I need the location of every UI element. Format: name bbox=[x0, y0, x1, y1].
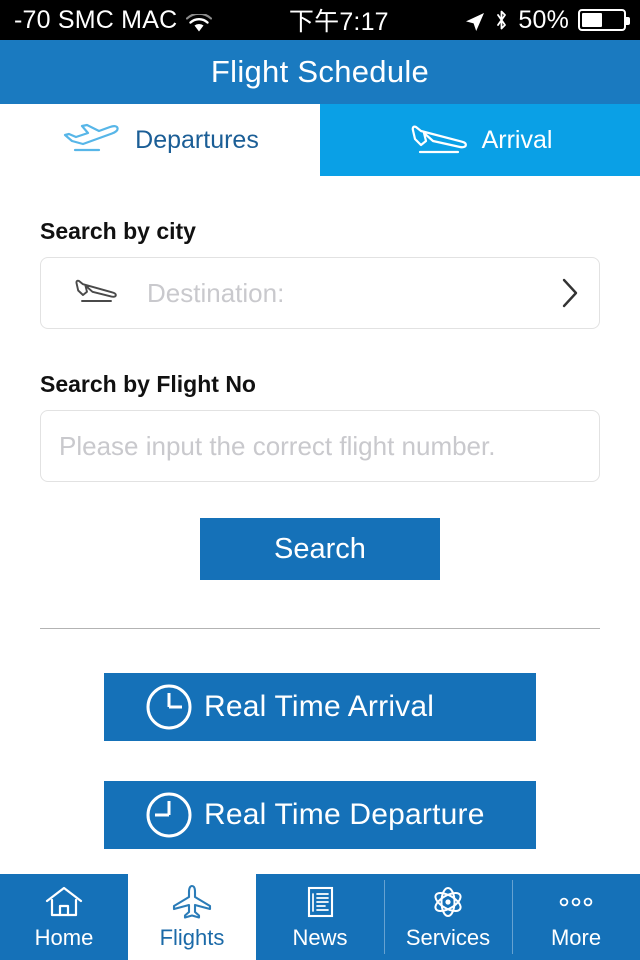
tab-arrival[interactable]: Arrival bbox=[320, 104, 640, 176]
clock-icon bbox=[142, 680, 196, 734]
section-divider bbox=[40, 628, 600, 629]
search-button[interactable]: Search bbox=[200, 518, 440, 580]
status-bar-left: -70 SMC MAC bbox=[14, 5, 213, 35]
app-root: -70 SMC MAC 下午7:17 50% Flight Schedule D… bbox=[0, 0, 640, 960]
tab-bar: Departures Arrival bbox=[0, 104, 640, 176]
real-time-departure-button[interactable]: Real Time Departure bbox=[104, 781, 536, 849]
real-time-arrival-label: Real Time Arrival bbox=[204, 690, 435, 723]
search-button-row: Search bbox=[40, 518, 600, 580]
atom-icon bbox=[427, 883, 469, 921]
carrier-label: -70 SMC MAC bbox=[14, 5, 178, 34]
flight-number-placeholder: Please input the correct flight number. bbox=[59, 430, 496, 461]
realtime-section: Real Time Arrival Real Time Departure bbox=[0, 673, 640, 849]
search-by-flight-no-label: Search by Flight No bbox=[40, 371, 256, 397]
real-time-departure-label: Real Time Departure bbox=[204, 798, 485, 831]
bluetooth-icon bbox=[494, 9, 509, 31]
tab-departures[interactable]: Departures bbox=[0, 104, 320, 176]
tab-departures-label: Departures bbox=[135, 125, 259, 154]
nav-item-more[interactable]: More bbox=[512, 874, 640, 960]
status-bar-clock: 下午7:17 bbox=[288, 8, 389, 36]
nav-item-services[interactable]: Services bbox=[384, 874, 512, 960]
home-icon bbox=[43, 883, 85, 921]
page-title: Flight Schedule bbox=[210, 54, 430, 89]
ellipsis-icon bbox=[555, 883, 597, 921]
nav-item-flights[interactable]: Flights bbox=[128, 874, 256, 960]
airplane-landing-icon bbox=[408, 123, 470, 157]
battery-percent-label: 50% bbox=[518, 5, 569, 34]
nav-item-more-label: More bbox=[550, 925, 602, 950]
location-arrow-icon bbox=[465, 10, 485, 31]
document-icon bbox=[299, 883, 341, 921]
status-bar-right: 50% bbox=[465, 5, 630, 35]
airplane-takeoff-icon bbox=[61, 123, 123, 157]
airplane-icon bbox=[171, 883, 213, 921]
nav-item-services-label: Services bbox=[405, 925, 491, 950]
search-by-city-label: Search by city bbox=[40, 218, 196, 244]
nav-item-news[interactable]: News bbox=[256, 874, 384, 960]
destination-input[interactable]: Destination: bbox=[40, 257, 600, 329]
destination-placeholder: Destination: bbox=[147, 277, 285, 308]
status-bar-center: 下午7:17 bbox=[212, 2, 465, 38]
airplane-landing-icon bbox=[73, 278, 119, 308]
status-bar: -70 SMC MAC 下午7:17 50% bbox=[0, 0, 640, 40]
bottom-nav-bar: Home Flights News Services More bbox=[0, 874, 640, 960]
battery-fill bbox=[582, 13, 603, 27]
nav-item-home-label: Home bbox=[34, 925, 94, 950]
nav-item-flights-label: Flights bbox=[159, 925, 225, 950]
real-time-arrival-button[interactable]: Real Time Arrival bbox=[104, 673, 536, 741]
tab-arrival-label: Arrival bbox=[481, 125, 553, 154]
nav-item-home[interactable]: Home bbox=[0, 874, 128, 960]
wifi-icon bbox=[186, 11, 213, 31]
flight-number-input[interactable]: Please input the correct flight number. bbox=[40, 410, 600, 482]
clock-icon bbox=[142, 788, 196, 842]
main-content: Search by city Destination: Search by Fl… bbox=[0, 218, 640, 629]
chevron-right-icon[interactable] bbox=[559, 276, 581, 310]
battery-icon bbox=[578, 9, 630, 31]
app-header: Flight Schedule bbox=[0, 40, 640, 104]
nav-item-news-label: News bbox=[292, 925, 348, 950]
